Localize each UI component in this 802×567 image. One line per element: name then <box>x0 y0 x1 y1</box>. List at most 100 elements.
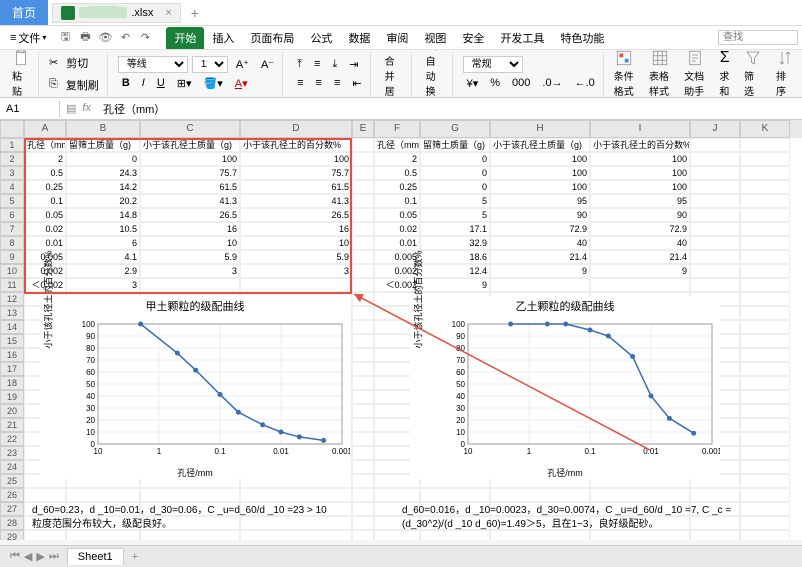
col-header[interactable]: G <box>420 120 490 138</box>
cut-button[interactable]: 剪切 <box>62 53 92 73</box>
cell[interactable]: 72.9 <box>590 222 690 236</box>
paste-button[interactable]: 粘贴 <box>8 50 34 98</box>
cell[interactable] <box>690 250 740 264</box>
cell[interactable]: 2 <box>374 152 420 166</box>
cell[interactable] <box>352 432 374 446</box>
cell[interactable]: 2.9 <box>66 264 140 278</box>
preview-icon[interactable]: 👁 <box>98 31 112 45</box>
cell[interactable] <box>740 362 790 376</box>
cell[interactable]: 5.9 <box>240 250 352 264</box>
cell[interactable] <box>352 152 374 166</box>
cell[interactable]: 0 <box>66 152 140 166</box>
row-header[interactable]: 6 <box>0 208 24 222</box>
sheet-nav[interactable]: ⏮◀▶⏭ <box>4 550 65 563</box>
italic-button[interactable]: I <box>138 75 149 91</box>
ribbon-tab-view[interactable]: 视图 <box>416 27 454 49</box>
cell[interactable]: 5.9 <box>140 250 240 264</box>
ribbon-tab-insert[interactable]: 插入 <box>204 27 242 49</box>
cell[interactable]: 0.25 <box>374 180 420 194</box>
cell[interactable] <box>690 222 740 236</box>
cell[interactable] <box>740 418 790 432</box>
close-icon[interactable]: × <box>165 7 171 19</box>
cell[interactable] <box>740 432 790 446</box>
cell[interactable] <box>374 488 420 502</box>
cell[interactable]: 16 <box>240 222 352 236</box>
cut-icon[interactable]: ✂ <box>49 56 58 69</box>
outdent-button[interactable]: ⇤ <box>348 75 365 92</box>
ribbon-tab-dev[interactable]: 开发工具 <box>492 27 552 49</box>
cell[interactable]: 41.3 <box>240 194 352 208</box>
cell[interactable] <box>352 194 374 208</box>
cell[interactable]: 100 <box>590 152 690 166</box>
cell[interactable] <box>740 222 790 236</box>
cell[interactable]: 12.4 <box>420 264 490 278</box>
cell[interactable] <box>352 236 374 250</box>
cell[interactable] <box>140 278 240 292</box>
cell[interactable]: 17.1 <box>420 222 490 236</box>
cell[interactable] <box>352 320 374 334</box>
cell[interactable]: 40 <box>490 236 590 250</box>
cell[interactable]: 小于该孔径土质量（g) <box>490 138 590 152</box>
indent-button[interactable]: ⇥ <box>345 56 362 73</box>
cell[interactable]: 100 <box>240 152 352 166</box>
cell[interactable] <box>490 278 590 292</box>
align-center-button[interactable]: ≡ <box>312 75 326 91</box>
filter-button[interactable]: 筛选 <box>740 50 766 98</box>
cell[interactable]: 95 <box>590 194 690 208</box>
cell[interactable] <box>352 292 374 306</box>
cell[interactable]: 0 <box>420 152 490 166</box>
cell[interactable] <box>352 474 374 488</box>
cell[interactable] <box>690 208 740 222</box>
cell[interactable] <box>490 488 590 502</box>
underline-button[interactable]: U <box>153 75 169 91</box>
new-tab-button[interactable]: + <box>181 1 209 25</box>
cell[interactable]: 90 <box>590 208 690 222</box>
cell[interactable]: 100 <box>590 180 690 194</box>
cell[interactable]: 2 <box>24 152 66 166</box>
cell[interactable] <box>690 180 740 194</box>
cell[interactable] <box>690 138 740 152</box>
cell[interactable] <box>352 208 374 222</box>
cell[interactable] <box>24 488 66 502</box>
align-top-button[interactable]: ⤒ <box>293 56 306 73</box>
row-header[interactable]: 15 <box>0 334 24 348</box>
row-header[interactable]: 12 <box>0 292 24 306</box>
cell[interactable]: 26.5 <box>240 208 352 222</box>
decrease-font-button[interactable]: A⁻ <box>257 56 278 73</box>
cell[interactable] <box>352 334 374 348</box>
cell[interactable]: 10.5 <box>66 222 140 236</box>
cell[interactable]: 100 <box>490 166 590 180</box>
cell[interactable] <box>740 236 790 250</box>
row-header[interactable]: 27 <box>0 502 24 516</box>
cell[interactable]: 75.7 <box>140 166 240 180</box>
cell[interactable]: 小于该孔径土的百分数% <box>240 138 352 152</box>
cell[interactable] <box>690 278 740 292</box>
cell[interactable] <box>740 460 790 474</box>
wrap-button[interactable]: 自动换行 <box>422 50 448 98</box>
cell[interactable]: 100 <box>490 180 590 194</box>
sort-button[interactable]: 排序 <box>772 50 798 98</box>
cell[interactable] <box>352 418 374 432</box>
cell[interactable] <box>352 390 374 404</box>
col-header[interactable]: D <box>240 120 352 138</box>
cell[interactable] <box>240 278 352 292</box>
font-color-button[interactable]: A▾ <box>231 75 252 92</box>
cell[interactable]: 4.1 <box>66 250 140 264</box>
cell[interactable]: 61.5 <box>240 180 352 194</box>
cell[interactable]: 0.1 <box>374 194 420 208</box>
cell[interactable]: 9 <box>420 278 490 292</box>
cell[interactable]: 61.5 <box>140 180 240 194</box>
cell[interactable] <box>352 376 374 390</box>
cell[interactable] <box>690 152 740 166</box>
row-header[interactable]: 21 <box>0 418 24 432</box>
cell[interactable] <box>740 180 790 194</box>
ribbon-tab-formula[interactable]: 公式 <box>302 27 340 49</box>
cell[interactable] <box>352 362 374 376</box>
cell[interactable]: 0.05 <box>24 208 66 222</box>
cell[interactable] <box>740 390 790 404</box>
cell[interactable] <box>740 208 790 222</box>
cell[interactable]: 10 <box>140 236 240 250</box>
cell[interactable] <box>740 334 790 348</box>
border-button[interactable]: ⊞▾ <box>173 75 196 92</box>
cell[interactable] <box>352 264 374 278</box>
